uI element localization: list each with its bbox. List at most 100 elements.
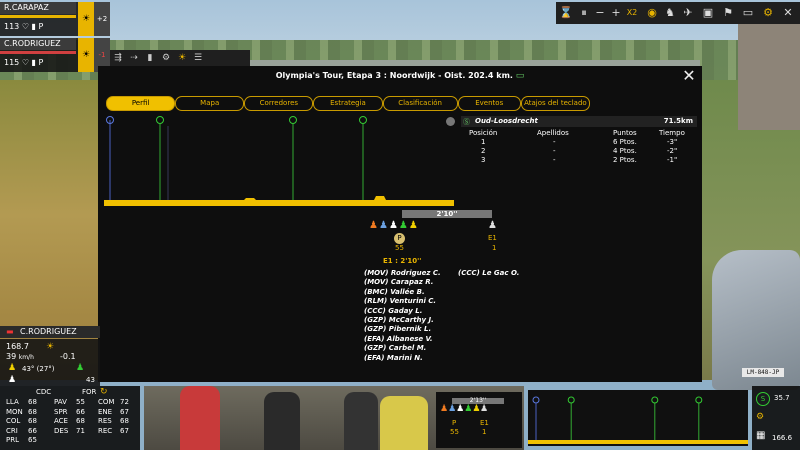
hourglass-icon[interactable]: ⌛ [558,5,574,21]
finish-flag-icon: ▦ [756,430,766,441]
tab-atajos[interactable]: Atajos del teclado [520,96,590,111]
mini-sprint-marker-icon [567,396,575,404]
plus-icon[interactable]: + [608,5,624,21]
list-item[interactable]: (RLM) Venturini C. [364,297,436,306]
pause-icon[interactable]: ⏸ [576,5,592,21]
gear-icon: ⚙ [756,412,765,422]
table-cell: - [553,138,556,146]
sprint-results-table: Posición Apellidos Puntos Tiempo 1 - 6 P… [461,129,697,169]
sun-icon: ☀ [46,342,55,352]
close-icon[interactable]: ✕ [680,68,698,84]
rider-card-rodriguez[interactable]: C.RODRIGUEZ 115 ♡ ▮ P ☀ -1 [0,38,110,72]
mini-sprint-marker-icon [651,396,659,404]
attribute-label: ACE [54,417,68,425]
rider-value: 168.7 [6,342,29,351]
list-item[interactable]: (GZP) Pibernik L. [364,325,431,334]
window-icon[interactable]: ▭ [740,5,756,21]
list-item[interactable]: (GZP) McCarthy J. [364,316,434,325]
breakaway-count: 1 [492,244,497,252]
rider-figure [264,392,300,450]
start-marker-icon [532,396,540,404]
tab-eventos[interactable]: Eventos [457,96,521,111]
game-toolbar: ⌛ ⏸ − + X2 ◉ ♞ ✈ ▣ ⚑ ▭ ⚙ ✕ [556,2,800,24]
table-cell: -1" [667,156,678,164]
tab-mapa[interactable]: Mapa [175,96,245,111]
peloton-badge[interactable]: P [394,233,405,244]
gear-icon[interactable]: ⚙ [158,50,174,66]
mini-peloton-count: 55 [450,428,459,436]
attribute-label: RES [98,417,112,425]
attribute-label: ENE [98,407,113,416]
rider-energy: 115 ♡ ▮ P [4,58,44,67]
drink-icon[interactable]: ▮ [142,50,158,66]
energy-bar [0,15,76,18]
table-cell: 4 Ptos. [613,147,637,155]
rider-figure [344,392,378,450]
attribute-label: REC [98,426,113,435]
stage-profile-chart[interactable] [104,114,454,208]
team-icon[interactable]: ☰ [190,50,206,66]
col-header-posicion: Posición [469,129,498,137]
helicopter-icon[interactable]: ✈ [680,5,696,21]
tab-estrategia[interactable]: Estrategia [313,96,383,111]
sprint-header: Ⓢ Oud-Loosdrecht 71.5km [461,116,697,127]
gap-bar: 2'10'' [402,210,492,218]
sun-icon: ☀ [78,2,94,36]
attribute-value: 67 [120,426,129,435]
tab-perfil[interactable]: Perfil [106,96,176,111]
sprint-distance-remaining: 35.7 [774,394,790,402]
list-item[interactable]: (CCC) Le Gac O. [458,269,519,278]
attack-icon[interactable]: ⇶ [110,50,126,66]
list-item[interactable]: (EFA) Albanese V. [364,335,433,344]
tab-clasificacion[interactable]: Clasificación [382,96,458,111]
flag-icon: ▬ [6,327,14,336]
toggle-dot-icon[interactable] [446,117,455,126]
mini-groups: 2'13'' ♟♟♟♟♟ ♟ P 55 E1 1 [436,392,522,448]
attributes-grid: LLA 68 MON 68 COL 68 CRI 66 PRL 65 PAV 55 SPR 66 ACE 68… [6,398,140,450]
list-item[interactable]: (BMC) Vallée B. [364,288,425,297]
tab-corredores[interactable]: Corredores [244,96,314,111]
attribute-value: 55 [76,398,85,406]
table-cell: 6 Ptos. [613,138,637,146]
table-cell: -2" [667,147,678,155]
attribute-label: CRI [6,426,18,435]
rider-extra: 43 [86,376,95,384]
selected-rider-name: C.RODRIGUEZ [20,327,77,336]
stat-header: FOR [82,388,97,396]
panel-title: Olympia's Tour, Etapa 3 : Noordwijk - Oi… [275,71,525,81]
table-cell: - [553,156,556,164]
follow-icon[interactable]: ⇢ [126,50,142,66]
flag-icon[interactable]: ⚑ [720,5,736,21]
minus-icon[interactable]: − [592,5,608,21]
mini-profile-chart[interactable] [528,390,748,446]
energy-bar [0,51,76,54]
motorbike-icon[interactable]: ♞ [662,5,678,21]
sun-icon[interactable]: ☀ [174,50,190,66]
attribute-value: 68 [28,398,37,406]
camera-icon[interactable]: ▣ [700,5,716,21]
gear-icon[interactable]: ⚙ [760,5,776,21]
list-item[interactable]: (GZP) Carbel M. [364,344,426,353]
breakaway-label[interactable]: E1 [488,234,497,242]
peloton-gap: E1 : 2'10'' [383,257,422,265]
attribute-value: 67 [120,407,129,416]
list-item[interactable]: (MOV) Carapaz R. [364,278,433,287]
eye-icon[interactable]: ◉ [644,5,660,21]
selected-rider-header[interactable]: ▬ C.RODRIGUEZ [0,326,100,338]
rider-delta: -0.1 [60,352,76,361]
table-cell: 1 [481,138,486,146]
list-item[interactable]: (CCC) Gaday L. [364,307,422,316]
rider-card-carapaz[interactable]: R.CARAPAZ 113 ♡ ▮ P ☀ +2 [0,2,110,36]
rider-temp: 43° (27°) [22,365,55,373]
attribute-value: 65 [28,436,37,444]
list-item[interactable]: (EFA) Marini N. [364,354,423,363]
jersey-icon: ♟ [76,363,85,373]
elevation-profile [104,196,454,206]
sprint-marker-icon [359,116,367,124]
attribute-label: DES [54,426,69,435]
list-item[interactable]: (MOV) Rodriguez C. [364,269,441,278]
close-icon[interactable]: ✕ [780,5,796,21]
attribute-value: 66 [76,407,85,416]
sprint-marker-icon [156,116,164,124]
sprint-marker-icon [289,116,297,124]
